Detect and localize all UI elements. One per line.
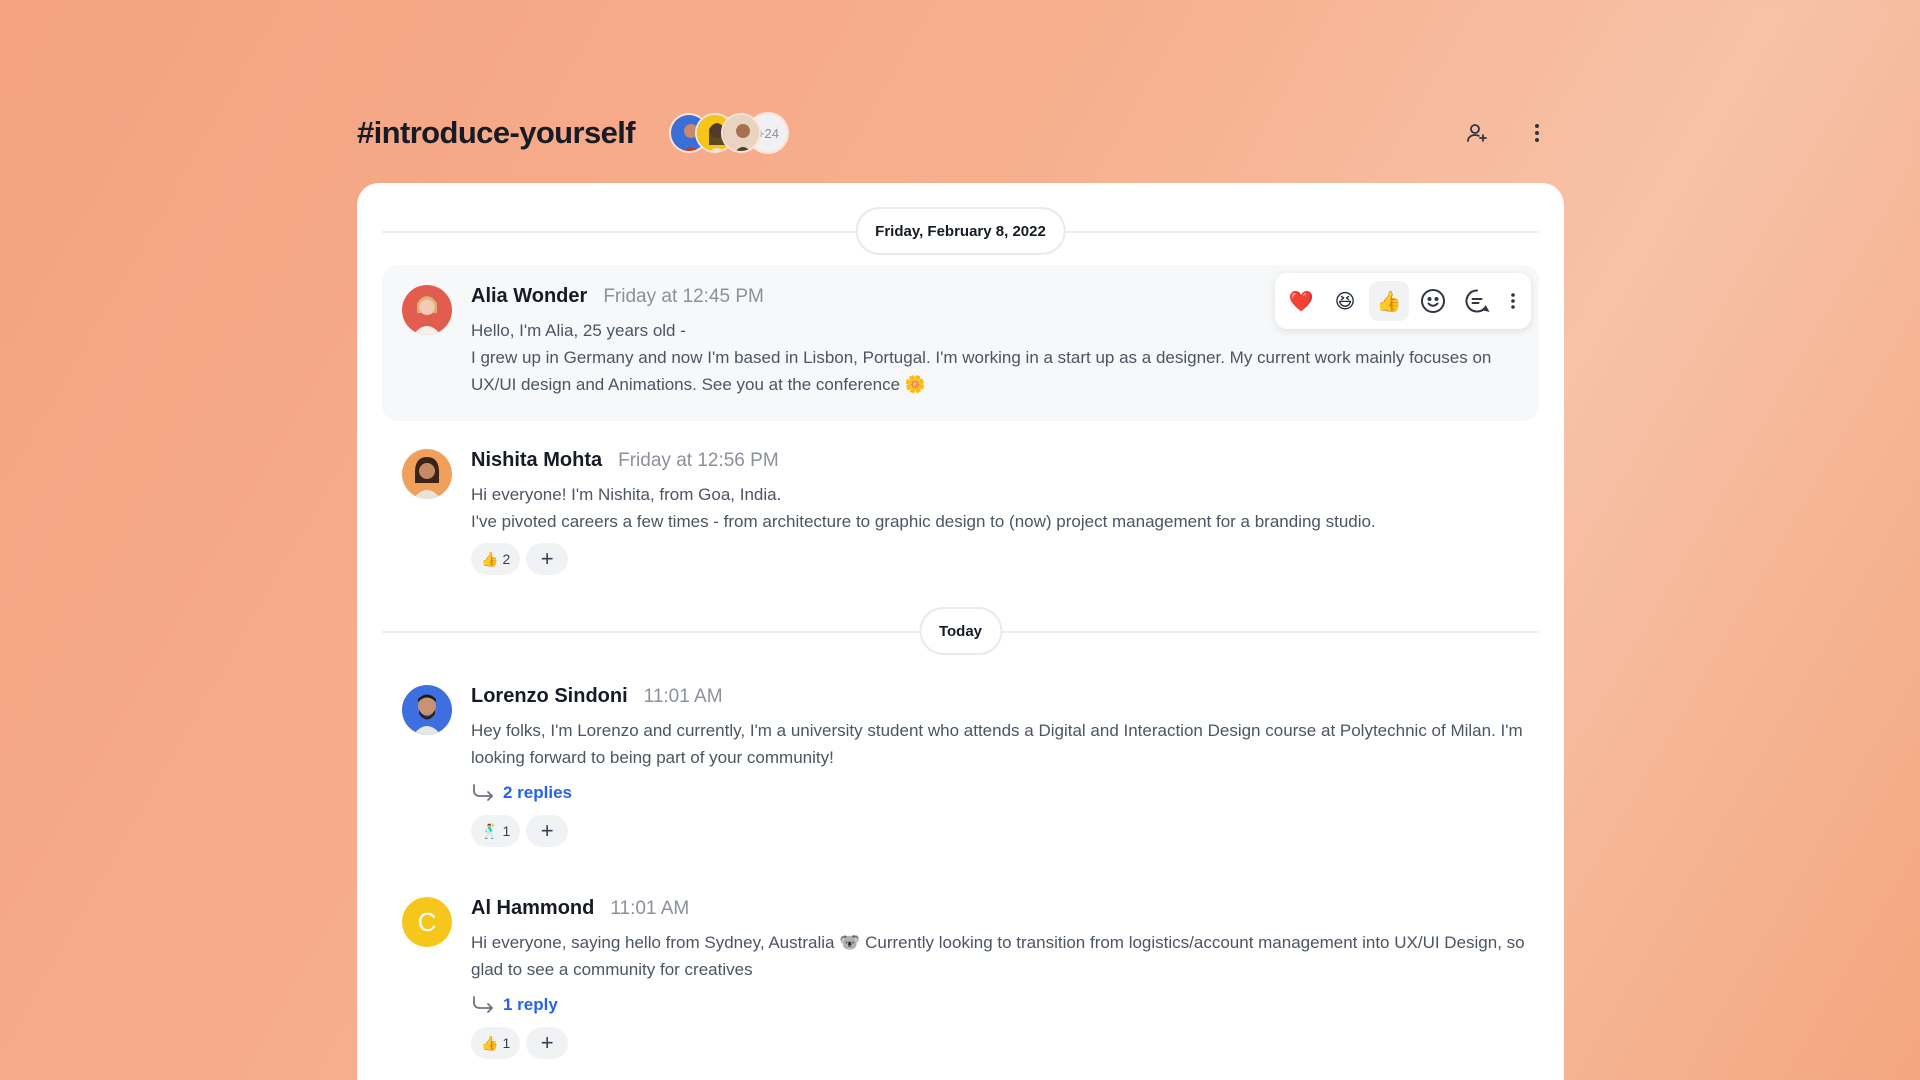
reaction-chip[interactable]: 🕺 1 [471,815,521,847]
avatar[interactable]: C [402,897,452,947]
thread-replies-link[interactable]: 1 reply [471,991,1525,1019]
message-more-button[interactable] [1501,281,1525,321]
add-reaction-button[interactable]: + [526,543,569,575]
add-member-button[interactable] [1463,119,1491,147]
add-reaction-button[interactable]: + [526,815,569,847]
message-actions-toolbar: ❤️ 😆 👍 [1275,273,1531,329]
reply-arrow-icon [473,996,493,1013]
timestamp: Friday at 12:45 PM [603,286,764,307]
reaction-emoji: 👍 [481,1034,499,1051]
reaction-emoji: 👍 [481,550,499,567]
reactions-bar: 👍 1 + [471,1027,1525,1059]
author-name[interactable]: Lorenzo Sindoni [471,685,628,708]
avatar[interactable] [402,449,452,499]
timestamp: Friday at 12:56 PM [618,450,779,471]
message-line: I grew up in Germany and now I'm based i… [471,348,1492,394]
message-item[interactable]: Nishita Mohta Friday at 12:56 PM Hi ever… [382,439,1539,579]
channel-title: #introduce-yourself [357,115,636,150]
avatar[interactable] [402,285,452,335]
timestamp: 11:01 AM [610,898,690,919]
react-laugh-button[interactable]: 😆 [1325,281,1365,321]
timestamp: 11:01 AM [643,686,723,707]
reaction-emoji: 🕺 [481,822,499,839]
date-pill: Friday, February 8, 2022 [855,207,1066,255]
more-options-button[interactable] [1523,119,1551,147]
member-avatars[interactable]: +24 [668,112,789,154]
reactions-bar: 🕺 1 + [471,815,1525,847]
message-list: Friday, February 8, 2022 Alia Wonder Fri… [357,183,1564,1080]
member-avatar [720,113,761,153]
date-pill: Today [918,607,1003,655]
avatar[interactable] [402,685,452,735]
channel-header: #introduce-yourself +24 [357,110,1565,156]
smiley-icon [1421,289,1445,313]
author-name[interactable]: Alia Wonder [471,285,587,308]
author-name[interactable]: Nishita Mohta [471,449,602,472]
replies-count[interactable]: 1 reply [503,995,558,1015]
avatar-letter: C [402,897,452,947]
message-line: Hi everyone! I'm Nishita, from Goa, Indi… [471,485,782,504]
reply-thread-button[interactable] [1457,281,1497,321]
thread-replies-link[interactable]: 2 replies [471,779,1525,807]
date-separator: Today [382,607,1539,655]
message-text: Hey folks, I'm Lorenzo and currently, I'… [471,717,1525,771]
replies-count[interactable]: 2 replies [503,783,572,803]
reaction-count: 2 [502,551,511,567]
reactions-bar: 👍 2 + [471,543,1525,575]
reaction-chip[interactable]: 👍 2 [471,543,521,575]
more-vertical-icon [1535,124,1539,142]
message-item[interactable]: Lorenzo Sindoni 11:01 AM Hey folks, I'm … [382,675,1539,847]
message-line: I've pivoted careers a few times - from … [471,512,1376,531]
comment-icon [1465,289,1490,313]
message-text: Hello, I'm Alia, 25 years old - I grew u… [471,317,1525,398]
reaction-count: 1 [502,823,511,839]
message-text: Hi everyone! I'm Nishita, from Goa, Indi… [471,481,1525,535]
react-thumbs-up-button[interactable]: 👍 [1369,281,1409,321]
message-text: Hi everyone, saying hello from Sydney, A… [471,929,1525,983]
message-item[interactable]: C Al Hammond 11:01 AM Hi everyone, sayin… [382,887,1539,1067]
add-member-icon [1467,124,1487,142]
react-heart-button[interactable]: ❤️ [1281,281,1321,321]
more-vertical-icon [1511,293,1515,309]
author-name[interactable]: Al Hammond [471,897,594,920]
reaction-chip[interactable]: 👍 1 [471,1027,521,1059]
reply-arrow-icon [473,784,493,801]
message-item[interactable]: Alia Wonder Friday at 12:45 PM Hello, I'… [382,265,1539,421]
message-line: Hey folks, I'm Lorenzo and currently, I'… [471,721,1523,767]
add-reaction-button[interactable]: + [526,1027,569,1059]
reaction-count: 1 [502,1035,511,1051]
message-line: Hi everyone, saying hello from Sydney, A… [471,933,1525,979]
date-separator: Friday, February 8, 2022 [382,207,1539,255]
add-reaction-button[interactable] [1413,281,1453,321]
